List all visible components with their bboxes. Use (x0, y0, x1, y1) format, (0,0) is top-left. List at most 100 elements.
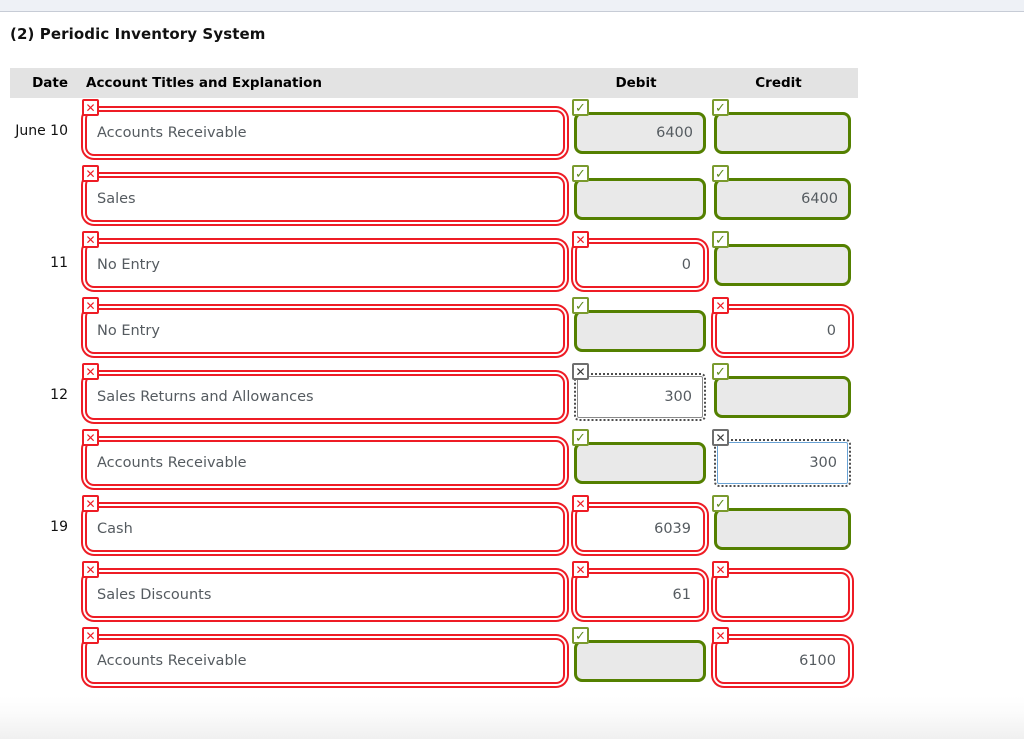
account-cell: ✕ Accounts Receivable (76, 428, 566, 484)
account-value: Cash (97, 521, 133, 537)
account-cell: ✕ No Entry (76, 230, 566, 286)
credit-input (714, 244, 851, 286)
account-value: No Entry (97, 323, 160, 339)
credit-cell: ✓ 6400 (706, 164, 851, 220)
account-value: Sales Returns and Allowances (97, 389, 314, 405)
status-check-icon: ✓ (572, 297, 589, 314)
debit-cell: ✕ 300 (566, 362, 706, 421)
status-x-red-icon: ✕ (82, 561, 99, 578)
table-row: ✕ No Entry ✓ ✕ 0 (10, 296, 858, 362)
credit-value: 0 (826, 323, 836, 339)
credit-input (714, 508, 851, 550)
account-cell: ✕ Sales Discounts (76, 560, 566, 616)
account-input[interactable]: Accounts Receivable (87, 112, 563, 154)
status-x-red-icon: ✕ (82, 99, 99, 116)
status-check-icon: ✓ (712, 363, 729, 380)
table-row: ✕ Sales ✓ ✓ 6400 (10, 164, 858, 230)
status-x-red-icon: ✕ (82, 297, 99, 314)
credit-cell: ✓ (706, 230, 851, 286)
debit-input (574, 442, 706, 484)
credit-input[interactable]: 0 (717, 310, 848, 352)
status-x-red-icon: ✕ (712, 297, 729, 314)
page-title: (2) Periodic Inventory System (10, 25, 266, 43)
debit-cell: ✕ 0 (566, 230, 706, 286)
account-value: Sales (97, 191, 136, 207)
status-check-icon: ✓ (712, 165, 729, 182)
credit-value: 300 (809, 455, 837, 471)
status-x-red-icon: ✕ (82, 231, 99, 248)
status-x-red-icon: ✕ (572, 495, 589, 512)
account-input[interactable]: Accounts Receivable (87, 442, 563, 484)
debit-cell: ✓ (566, 428, 706, 484)
account-input[interactable]: Cash (87, 508, 563, 550)
date-cell: 12 (50, 387, 68, 403)
debit-value: 300 (664, 389, 692, 405)
status-x-red-icon: ✕ (712, 561, 729, 578)
status-x-gray-icon: ✕ (572, 363, 589, 380)
page-bottom-strip (0, 695, 1024, 739)
debit-input[interactable]: 0 (577, 244, 703, 286)
table-row: 12 ✕ Sales Returns and Allowances ✕ 300 ✓ (10, 362, 858, 428)
account-cell: ✕ Sales (76, 164, 566, 220)
table-row: ✕ Accounts Receivable ✓ ✕ 6100 (10, 626, 858, 692)
status-check-icon: ✓ (572, 99, 589, 116)
credit-input (714, 112, 851, 154)
account-cell: ✕ Cash (76, 494, 566, 550)
date-cell: 19 (50, 519, 68, 535)
account-cell: ✕ No Entry (76, 296, 566, 352)
credit-value: 6100 (799, 653, 836, 669)
account-value: No Entry (97, 257, 160, 273)
account-input[interactable]: Sales Discounts (87, 574, 563, 616)
status-check-icon: ✓ (572, 165, 589, 182)
table-row: 11 ✕ No Entry ✕ 0 ✓ (10, 230, 858, 296)
debit-value: 6039 (654, 521, 691, 537)
account-input[interactable]: Sales Returns and Allowances (87, 376, 563, 418)
table-header-row: Date Account Titles and Explanation Debi… (10, 68, 858, 98)
account-cell: ✕ Sales Returns and Allowances (76, 362, 566, 418)
debit-value: 6400 (656, 125, 693, 141)
debit-input[interactable]: 6039 (577, 508, 703, 550)
debit-input (574, 640, 706, 682)
account-input[interactable]: No Entry (87, 244, 563, 286)
table-body: June 10 ✕ Accounts Receivable ✓ 6400 ✓ ✕ Sales ✓… (10, 98, 858, 692)
journal-entry-table: Date Account Titles and Explanation Debi… (10, 68, 858, 692)
status-x-red-icon: ✕ (572, 231, 589, 248)
credit-input: 6400 (714, 178, 851, 220)
account-value: Accounts Receivable (97, 125, 247, 141)
debit-input[interactable]: 300 (574, 373, 706, 421)
account-input[interactable]: No Entry (87, 310, 563, 352)
account-cell: ✕ Accounts Receivable (76, 626, 566, 682)
account-value: Sales Discounts (97, 587, 212, 603)
table-row: ✕ Sales Discounts ✕ 61 ✕ (10, 560, 858, 626)
debit-cell: ✓ 6400 (566, 98, 706, 154)
column-header-debit: Debit (615, 75, 657, 91)
browser-top-strip (0, 0, 1024, 12)
account-input[interactable]: Sales (87, 178, 563, 220)
account-input[interactable]: Accounts Receivable (87, 640, 563, 682)
debit-cell: ✕ 6039 (566, 494, 706, 550)
credit-cell: ✕ 0 (706, 296, 851, 352)
status-check-icon: ✓ (572, 627, 589, 644)
account-cell: ✕ Accounts Receivable (76, 98, 566, 154)
debit-cell: ✓ (566, 296, 706, 352)
account-value: Accounts Receivable (97, 455, 247, 471)
status-x-gray-icon: ✕ (712, 429, 729, 446)
credit-input[interactable]: 300 (714, 439, 851, 487)
table-row: 19 ✕ Cash ✕ 6039 ✓ (10, 494, 858, 560)
credit-input[interactable] (717, 574, 848, 616)
debit-input (574, 178, 706, 220)
credit-input (714, 376, 851, 418)
status-x-red-icon: ✕ (572, 561, 589, 578)
date-cell: 11 (50, 255, 68, 271)
status-check-icon: ✓ (712, 99, 729, 116)
status-x-red-icon: ✕ (82, 429, 99, 446)
date-cell: June 10 (15, 123, 68, 139)
debit-input[interactable]: 61 (577, 574, 703, 616)
credit-input[interactable]: 6100 (717, 640, 848, 682)
credit-value: 6400 (801, 191, 838, 207)
credit-cell: ✕ 6100 (706, 626, 851, 682)
status-check-icon: ✓ (712, 495, 729, 512)
credit-cell: ✕ (706, 560, 851, 616)
debit-input: 6400 (574, 112, 706, 154)
status-x-red-icon: ✕ (712, 627, 729, 644)
